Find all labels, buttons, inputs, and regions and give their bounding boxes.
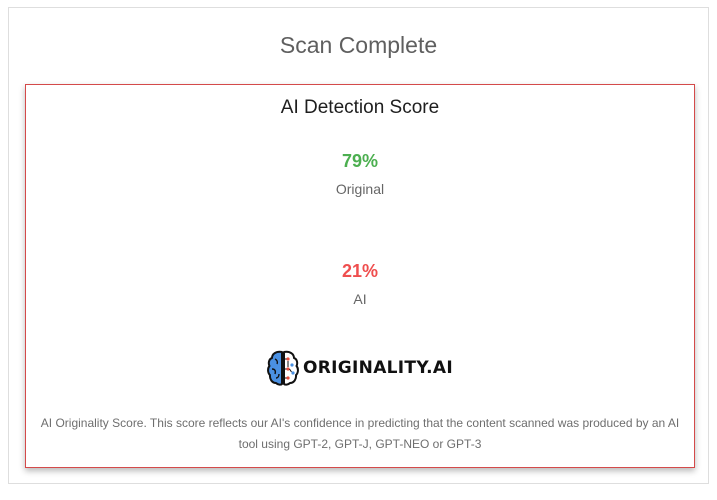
originality-logo: ORIGINALITY.AI — [26, 349, 694, 387]
page-title: Scan Complete — [279, 32, 438, 58]
score-explanation: AI Originality Score. This score reflect… — [40, 416, 680, 451]
brain-icon — [267, 350, 299, 386]
scan-result-panel: Scan Complete AI Detection Score 79% Ori… — [8, 7, 709, 484]
original-score: 79% — [341, 151, 379, 171]
card-title: AI Detection Score — [280, 97, 440, 118]
ai-label: AI — [353, 291, 367, 307]
ai-detection-card: AI Detection Score 79% Original 21% AI O… — [25, 84, 695, 468]
ai-score: 21% — [341, 261, 379, 281]
logo-text: ORIGINALITY.AI — [303, 358, 453, 378]
original-label: Original — [335, 181, 385, 197]
